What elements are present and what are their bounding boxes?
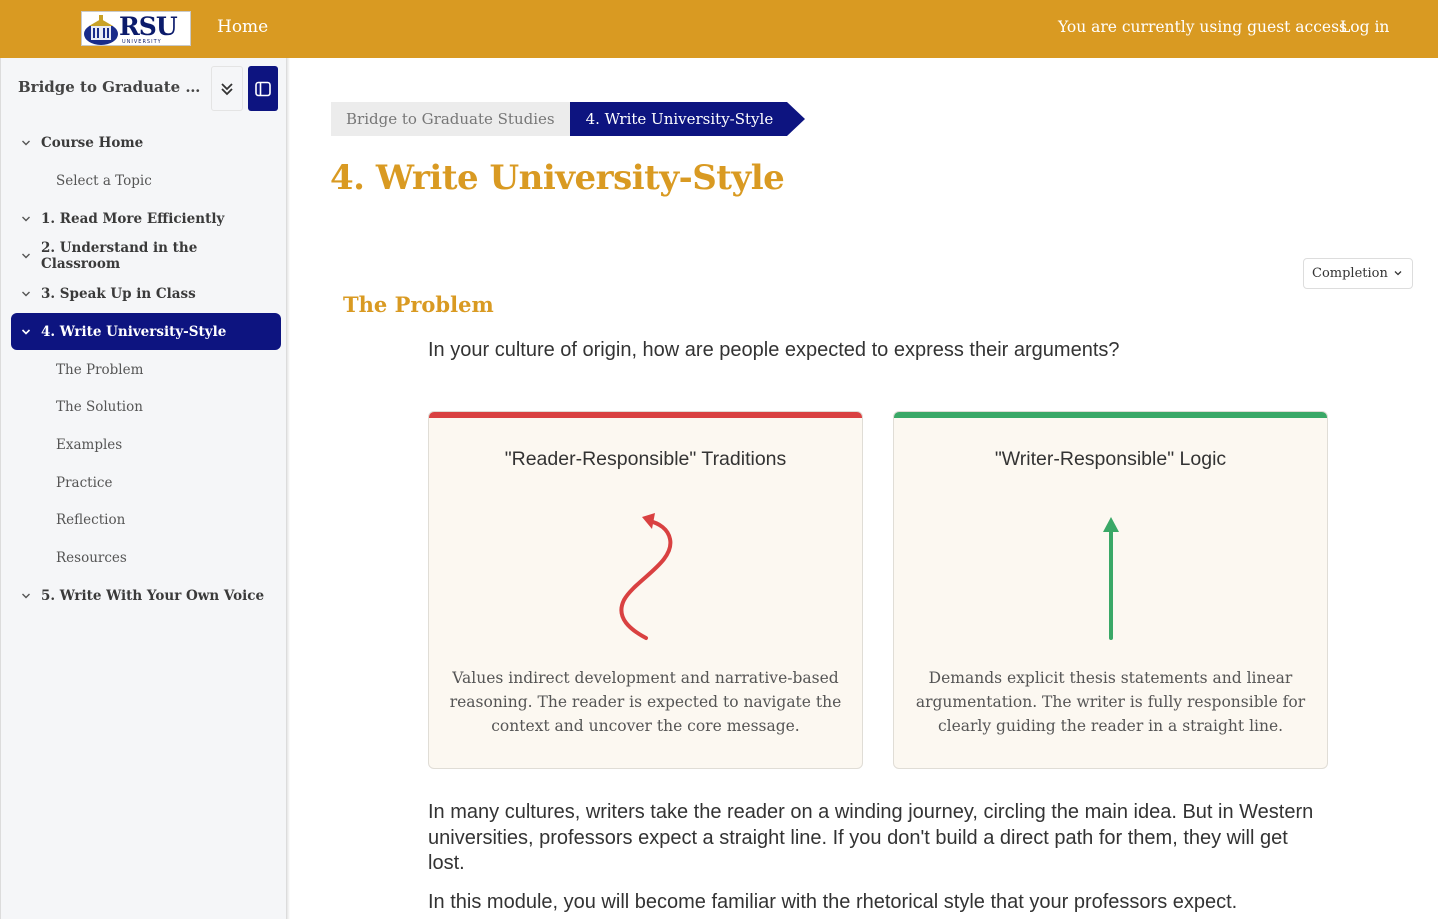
sidebar-item-write-university-style[interactable]: 4. Write University-Style [11, 313, 281, 350]
double-chevron-down-icon [221, 82, 233, 95]
sidebar-item-label: The Problem [56, 361, 144, 378]
chevron-down-icon[interactable] [21, 289, 31, 299]
chevron-down-icon [1394, 271, 1402, 276]
reader-responsible-card: "Reader-Responsible" Traditions Values i… [428, 411, 863, 769]
sidebar-item-label: 3. Speak Up in Class [41, 285, 196, 302]
page-title: 4. Write University-Style [330, 158, 785, 198]
close-drawer-button[interactable] [248, 66, 278, 111]
sidebar-item-label: 1. Read More Efficiently [41, 210, 225, 227]
body-paragraph: In this module, you will become familiar… [428, 891, 1238, 913]
collapse-all-button[interactable] [211, 66, 243, 111]
sidebar-shadow [287, 58, 290, 919]
card-accent-bar [429, 412, 862, 418]
course-title[interactable]: Bridge to Graduate Studies [18, 78, 203, 96]
sidebar-item-the-problem[interactable]: The Problem [11, 351, 281, 388]
breadcrumb-course-link[interactable]: Bridge to Graduate Studies [331, 102, 570, 136]
rsu-building-emblem [82, 12, 120, 45]
card-title: "Reader-Responsible" Traditions [504, 448, 787, 470]
nav-home-link[interactable]: Home [217, 17, 268, 37]
intro-question: In your culture of origin, how are peopl… [428, 339, 1120, 361]
guest-access-notice: You are currently using guest access [1058, 18, 1347, 36]
chevron-down-icon[interactable] [21, 251, 31, 261]
logo-subtext: UNIVERSITY [122, 39, 162, 45]
sidebar-item-label: Practice [56, 474, 113, 491]
sidebar-item-course-home[interactable]: Course Home [11, 124, 281, 161]
course-index-drawer: Bridge to Graduate Studies Course Home S… [0, 58, 287, 919]
winding-arrow-icon [619, 513, 673, 640]
sidebar-item-label: 5. Write With Your Own Voice [41, 587, 265, 604]
chevron-down-icon[interactable] [21, 214, 31, 224]
top-navbar: RSU UNIVERSITY Home You are currently us… [0, 0, 1438, 58]
sidebar-item-speak-up[interactable]: 3. Speak Up in Class [11, 275, 281, 312]
chevron-down-icon[interactable] [21, 327, 31, 337]
sidebar-item-label: Course Home [41, 134, 144, 151]
sidebar-item-label: Resources [56, 549, 127, 566]
body-paragraph: In many cultures, writers take the reade… [428, 801, 1314, 874]
sidebar-item-write-own-voice[interactable]: 5. Write With Your Own Voice [11, 577, 281, 614]
writer-responsible-card: "Writer-Responsible" Logic Demands expli… [893, 411, 1328, 769]
breadcrumb-current: 4. Write University-Style [569, 102, 788, 136]
sidebar-item-label: The Solution [56, 398, 143, 415]
section-title: The Problem [343, 292, 494, 317]
sidebar-item-resources[interactable]: Resources [11, 539, 281, 576]
sidebar-item-label: 2. Understand in the Classroom [40, 239, 198, 272]
sidebar-item-label: Examples [56, 436, 123, 453]
sidebar-item-the-solution[interactable]: The Solution [11, 388, 281, 425]
sidebar-item-examples[interactable]: Examples [11, 426, 281, 463]
sidebar-toggle-icon [255, 81, 271, 96]
sidebar-item-label: Reflection [56, 511, 126, 528]
sidebar-item-reflection[interactable]: Reflection [11, 501, 281, 538]
card-accent-bar [894, 412, 1327, 418]
sidebar-item-practice[interactable]: Practice [11, 464, 281, 501]
sidebar-item-read-more-efficiently[interactable]: 1. Read More Efficiently [11, 200, 281, 237]
sidebar-item-understand-classroom[interactable]: 2. Understand in the Classroom [11, 237, 281, 274]
breadcrumb-arrow [787, 102, 806, 136]
sidebar-item-label: 4. Write University-Style [41, 323, 227, 340]
completion-label: Completion [1312, 266, 1388, 281]
card-description: Demands explicit thesis statements and l… [915, 669, 1306, 735]
logo-text: RSU [119, 12, 178, 41]
breadcrumb: Bridge to Graduate Studies 4. Write Univ… [331, 102, 806, 136]
sidebar-item-select-topic[interactable]: Select a Topic [11, 162, 281, 199]
chevron-down-icon[interactable] [21, 138, 31, 148]
login-link[interactable]: Log in [1340, 18, 1389, 36]
completion-dropdown[interactable]: Completion [1303, 258, 1413, 289]
sidebar-item-label: Select a Topic [56, 172, 152, 189]
card-description: Values indirect development and narrativ… [449, 669, 842, 735]
card-title: "Writer-Responsible" Logic [994, 448, 1227, 470]
straight-arrow-icon [1103, 517, 1119, 640]
rsu-logo[interactable]: RSU UNIVERSITY [81, 11, 191, 46]
chevron-down-icon[interactable] [21, 591, 31, 601]
